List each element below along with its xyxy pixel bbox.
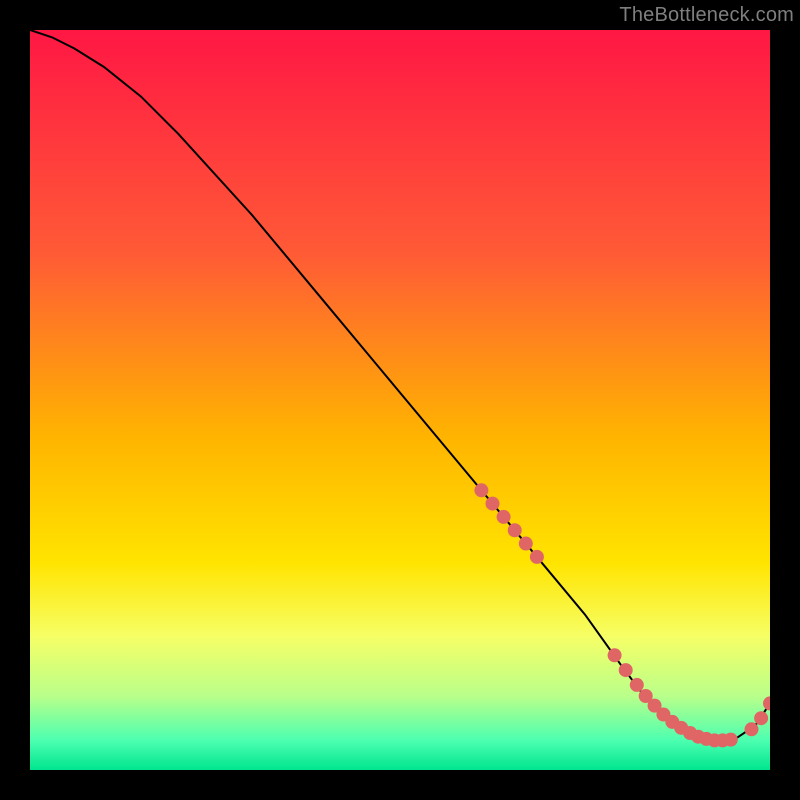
scatter-dot <box>519 537 533 551</box>
scatter-dot <box>724 733 738 747</box>
scatter-dot <box>486 497 500 511</box>
scatter-dot <box>630 678 644 692</box>
chart-container: TheBottleneck.com <box>0 0 800 800</box>
scatter-dot <box>530 550 544 564</box>
gradient-background <box>30 30 770 770</box>
scatter-dot <box>608 648 622 662</box>
scatter-dot <box>508 523 522 537</box>
chart-svg <box>30 30 770 770</box>
plot-area <box>30 30 770 770</box>
scatter-dot <box>754 711 768 725</box>
scatter-dot <box>745 722 759 736</box>
scatter-dot <box>619 663 633 677</box>
attribution-label: TheBottleneck.com <box>619 4 794 27</box>
scatter-dot <box>497 510 511 524</box>
scatter-dot <box>474 483 488 497</box>
